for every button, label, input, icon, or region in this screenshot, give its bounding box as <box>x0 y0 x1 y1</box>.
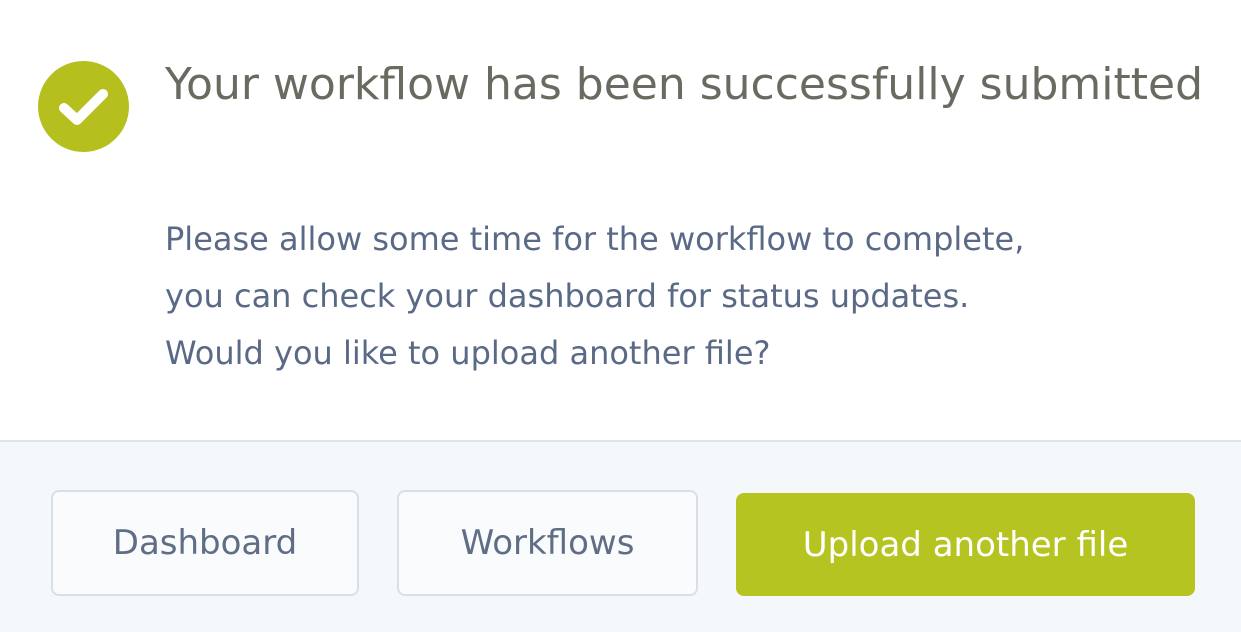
upload-another-file-button[interactable]: Upload another file <box>736 493 1195 596</box>
dialog-message: Please allow some time for the workflow … <box>165 211 1215 382</box>
check-circle-icon <box>38 61 129 152</box>
dialog-footer: Dashboard Workflows Upload another file <box>0 440 1241 632</box>
checkmark-icon <box>59 89 108 125</box>
dashboard-button[interactable]: Dashboard <box>51 490 359 596</box>
message-line: Please allow some time for the workflow … <box>165 220 1025 258</box>
success-dialog: Your workflow has been successfully subm… <box>0 0 1241 632</box>
message-line: Would you like to upload another file? <box>165 334 771 372</box>
dialog-title: Your workflow has been successfully subm… <box>165 59 1203 110</box>
message-line: you can check your dashboard for status … <box>165 277 970 315</box>
dialog-body: Your workflow has been successfully subm… <box>0 0 1241 440</box>
workflows-button[interactable]: Workflows <box>397 490 698 596</box>
